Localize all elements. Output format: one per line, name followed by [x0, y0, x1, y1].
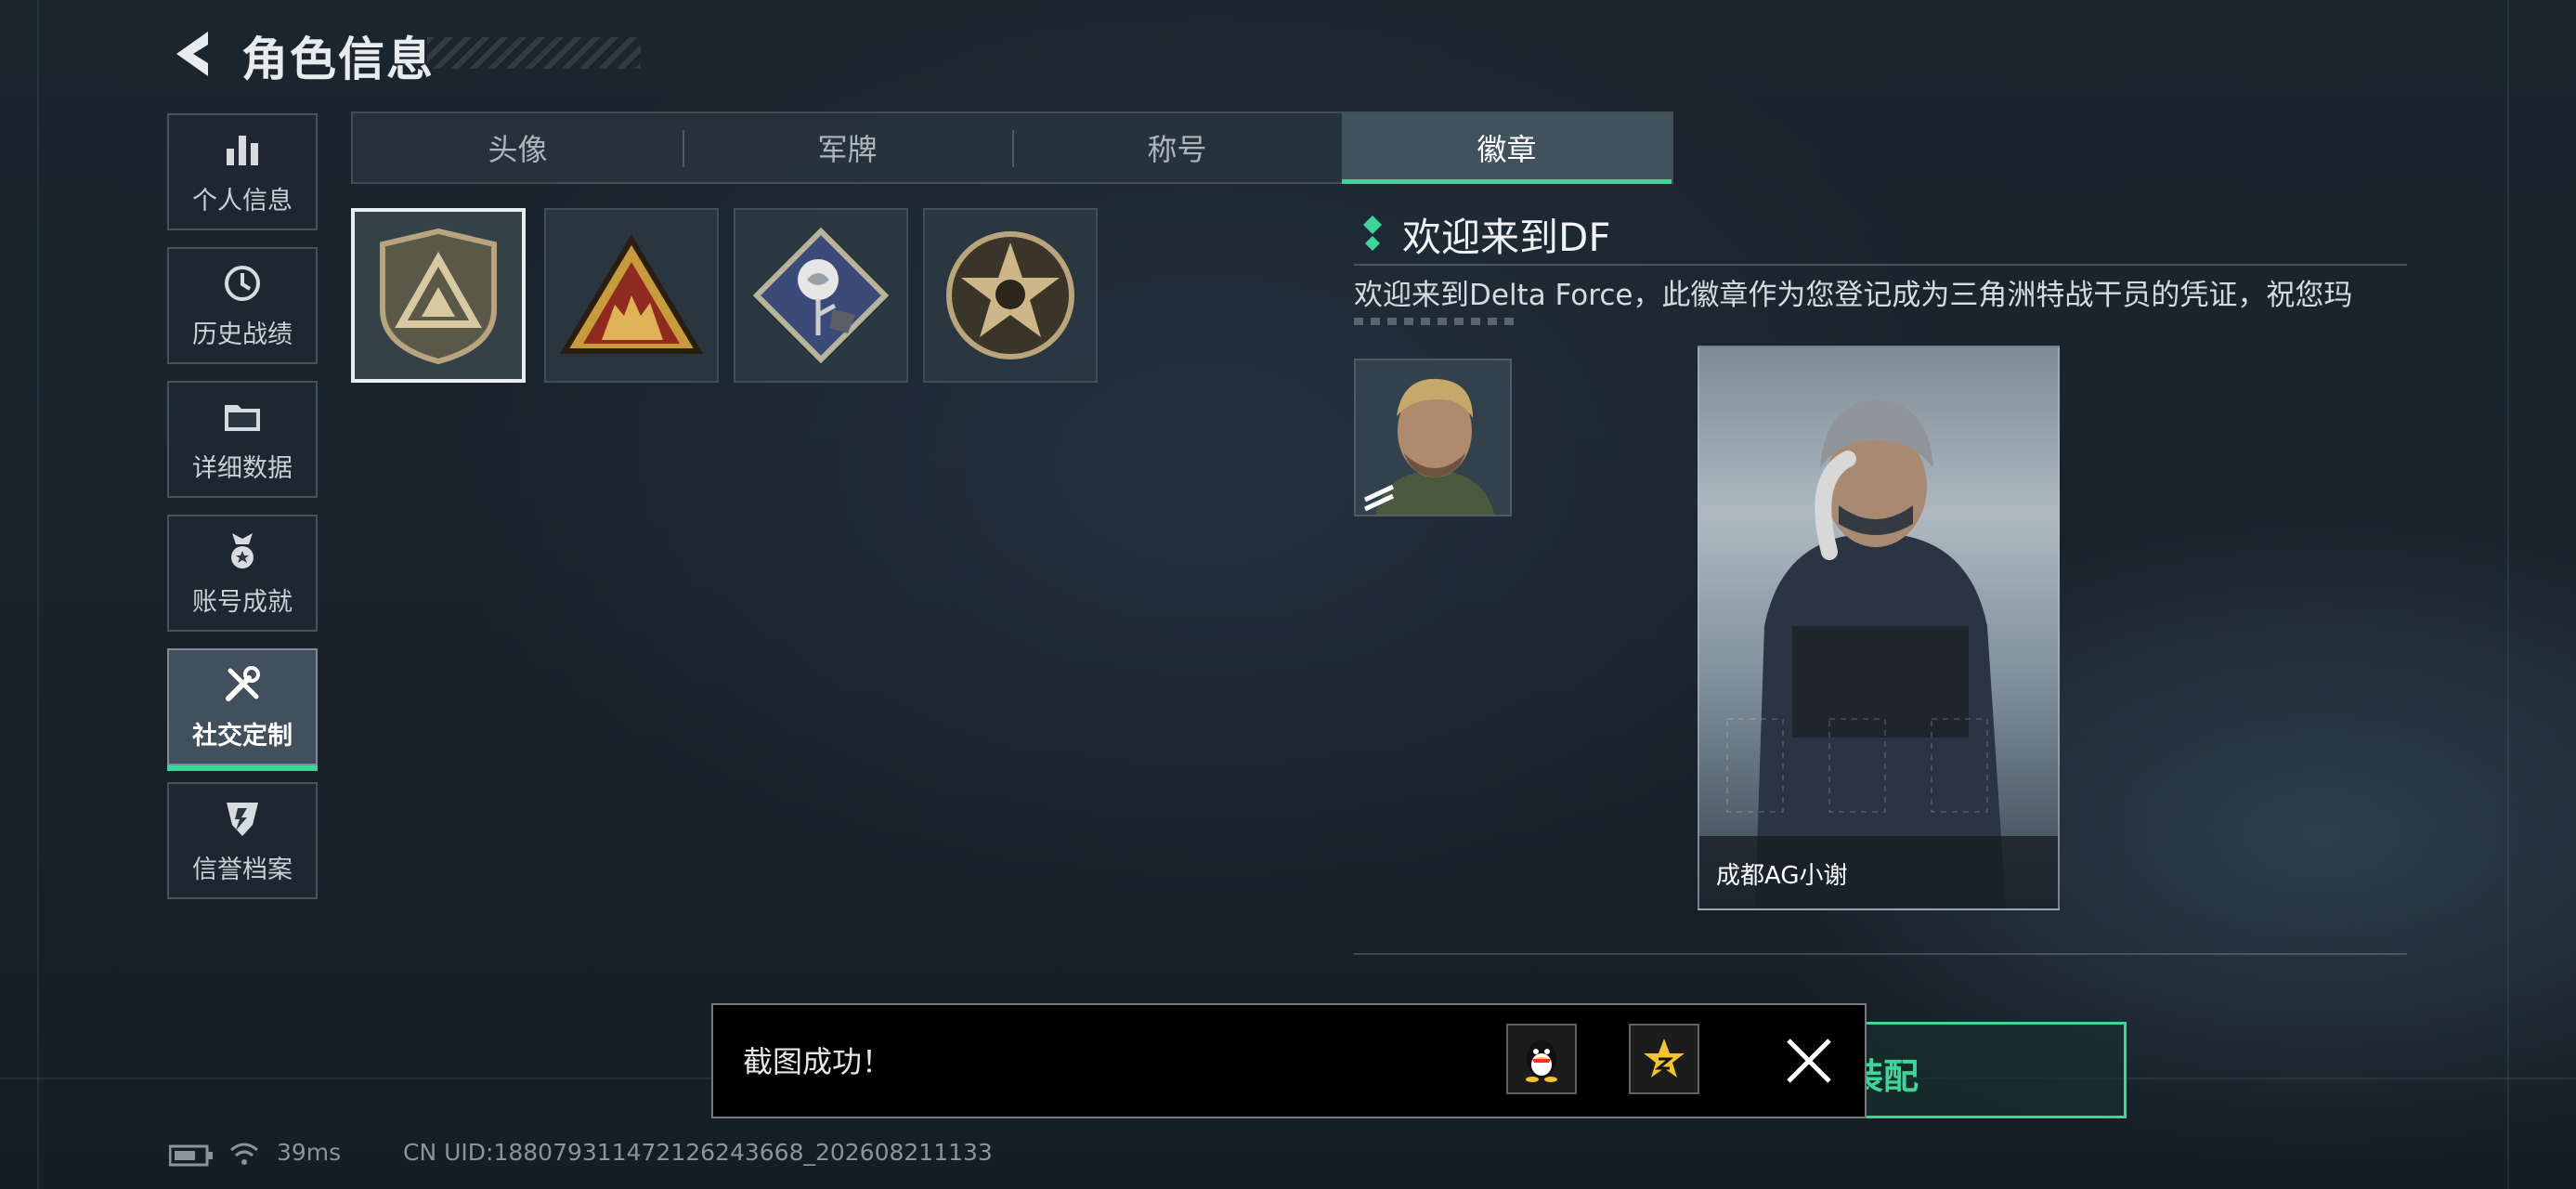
uid-readout: CN UID:1880793114721262436​68_2026082111…	[403, 1139, 993, 1166]
sidebar-item-label: 详细数据	[192, 453, 293, 483]
character-card[interactable]	[1698, 346, 2060, 910]
battery-icon	[169, 1144, 213, 1167]
bg-grid-line	[2507, 0, 2509, 1189]
clock-icon	[225, 265, 260, 301]
tab-badge[interactable]: 徽章	[1342, 113, 1672, 184]
operator-figure-icon	[1726, 399, 2006, 908]
share-qzone-button[interactable]	[1629, 1024, 1699, 1094]
sidebar-item-label: 信誉档案	[192, 855, 293, 884]
badge-title: 欢迎来到DF	[1402, 215, 1611, 260]
badge-squad-triangle[interactable]	[544, 208, 719, 383]
toast-message: 截图成功！	[743, 1044, 892, 1079]
medal-icon	[231, 532, 254, 568]
character-name: 成都AG小谢	[1716, 862, 1848, 890]
title-decoration	[427, 37, 641, 69]
badge-skull-star[interactable]	[923, 208, 1098, 383]
skull-star-badge-icon	[946, 231, 1074, 359]
sidebar-item-detailed-data[interactable]: 详细数据	[167, 381, 318, 498]
close-icon[interactable]	[1783, 1035, 1835, 1087]
delta-triangle-badge-icon	[380, 228, 497, 365]
wifi-icon	[230, 1143, 258, 1165]
sidebar-item-credit-record[interactable]: 信誉档案	[167, 782, 318, 899]
sidebar-item-label: 账号成就	[192, 587, 293, 617]
badge-delta-triangle[interactable]	[351, 208, 526, 383]
badge-description: 欢迎来到Delta Force，此徽章作为您登记成为三角洲特战干员的凭证，祝您玛	[1354, 279, 2353, 312]
sidebar-item-social-customize[interactable]: 社交定制	[167, 648, 318, 771]
share-qq-button[interactable]	[1506, 1024, 1577, 1094]
ping-readout: 39ms	[277, 1139, 342, 1166]
squad-triangle-badge-icon	[559, 234, 704, 354]
category-tabs: 头像 军牌 称号 徽章	[351, 111, 1673, 184]
bar-chart-icon	[227, 135, 258, 165]
avatar[interactable]	[1354, 359, 1512, 516]
back-arrow-icon[interactable]	[167, 26, 215, 82]
qq-icon	[1526, 1040, 1557, 1082]
sidebar-item-label: 个人信息	[192, 186, 293, 216]
shield-badge-icon	[227, 802, 258, 836]
sidebar-item-history[interactable]: 历史战绩	[167, 247, 318, 364]
scroll-indicator	[1354, 318, 1521, 325]
tab-title[interactable]: 称号	[1012, 113, 1342, 182]
tab-dog-tag[interactable]: 军牌	[683, 113, 1012, 182]
page-title: 角色信息	[241, 33, 435, 86]
operator-portrait-icon	[1356, 360, 1510, 515]
diamond-marker-icon	[1363, 216, 1382, 251]
badge-rose-diamond[interactable]	[734, 208, 908, 383]
divider	[1354, 264, 2407, 266]
sidebar-item-label: 历史战绩	[192, 320, 293, 349]
folder-icon	[225, 404, 260, 431]
sidebar-item-label: 社交定制	[192, 721, 293, 751]
qzone-icon	[1644, 1039, 1685, 1078]
sidebar-item-personal-info[interactable]: 个人信息	[167, 113, 318, 230]
bg-grid-line	[37, 0, 39, 1189]
tab-avatar[interactable]: 头像	[353, 113, 683, 182]
tools-icon	[226, 665, 260, 701]
divider	[1354, 953, 2407, 955]
rose-diamond-badge-icon	[752, 227, 890, 364]
sidebar-item-achievements[interactable]: 账号成就	[167, 515, 318, 632]
